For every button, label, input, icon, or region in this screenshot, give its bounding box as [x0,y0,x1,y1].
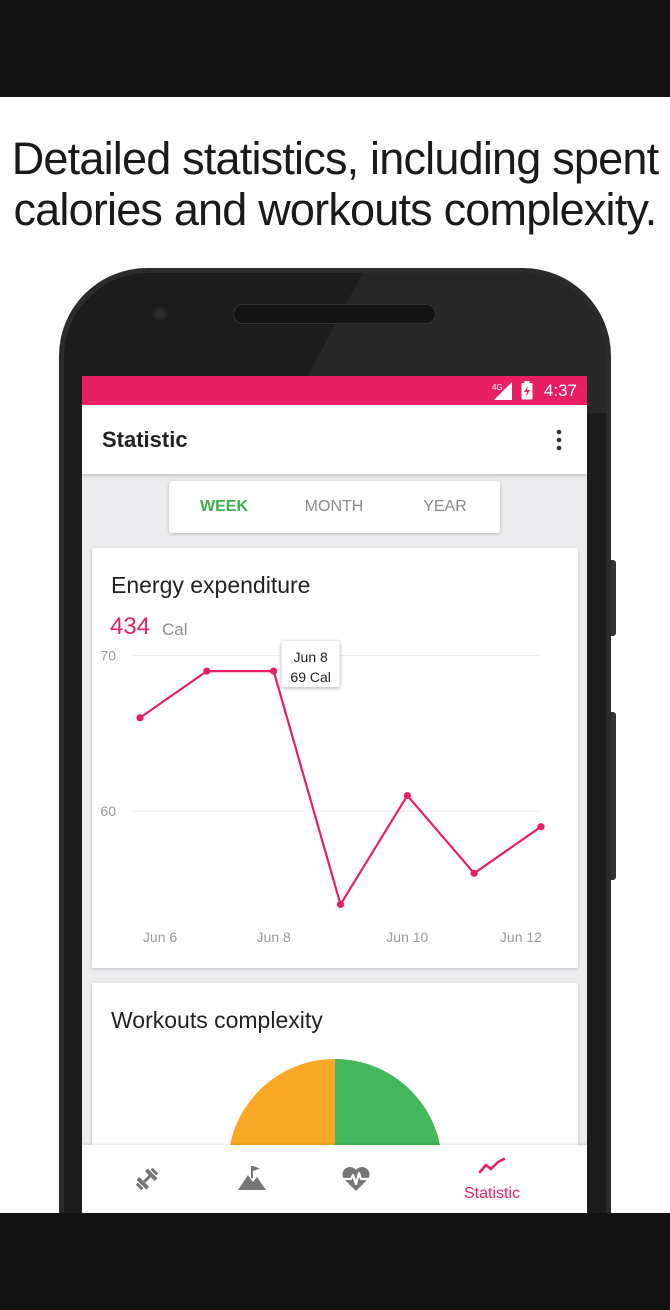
power-button [611,560,616,636]
nav-item-goals[interactable] [215,1145,287,1213]
data-point [403,791,411,800]
promo-headline: Detailed statistics, including spent cal… [0,133,670,235]
x-tick-label: Jun 8 [257,929,291,945]
chart-tooltip: Jun 8 69 Cal [281,641,340,688]
bottom-black-bar [0,1213,670,1310]
x-tick-label: Jun 12 [500,929,542,945]
dumbbell-icon [136,1168,158,1190]
nav-item-statistic[interactable]: Statistic [444,1145,540,1213]
nav-item-health[interactable] [320,1145,392,1213]
top-black-bar [0,0,670,97]
series-line [139,670,542,906]
y-tick-label: 70 [100,648,116,664]
nav-item-workouts[interactable] [110,1145,182,1213]
front-camera [153,307,167,321]
workouts-card-title: Workouts complexity [111,1007,323,1033]
phone-screen: 4G 4:37 Statistic WEEK MONTH YEAR Energy… [82,376,587,1213]
x-tick-label: Jun 6 [143,929,177,945]
headline-line-2: calories and workouts complexity. [13,184,657,235]
headline-line-1: Detailed statistics, including spent [11,133,659,184]
data-point [470,869,478,877]
y-tick-label: 60 [100,803,116,819]
trending-line-icon [478,1157,506,1174]
bottom-navigation: Statistic [82,1145,587,1213]
earpiece-speaker [233,304,436,324]
data-point [270,667,278,675]
nav-label-statistic: Statistic [463,1185,520,1202]
mountain-flag-icon [238,1166,266,1190]
tooltip-value: 69 Cal [290,669,330,685]
tooltip-date: Jun 8 [294,649,328,665]
volume-button [611,712,616,880]
x-tick-label: Jun 10 [386,929,428,945]
energy-chart: 60 70 Jun 6 Jun 8 Jun 10 Jun 12 Jun 8 69 Cal [100,641,545,945]
data-point [336,900,345,909]
data-point [136,714,144,722]
heartbeat-icon [342,1167,370,1191]
data-point [203,667,211,675]
data-point [537,823,545,831]
